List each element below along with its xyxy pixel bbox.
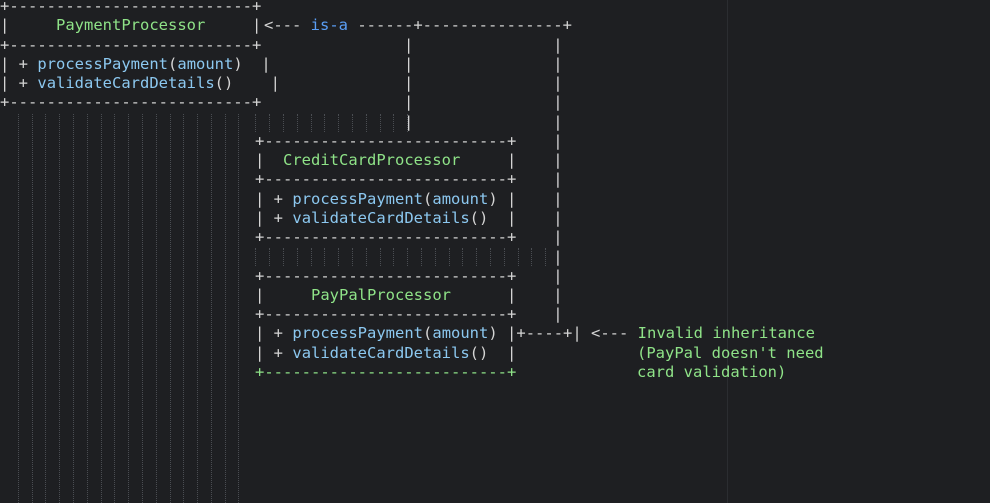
editor-divider (727, 0, 728, 503)
box-border-top: +--------------------------+ (0, 0, 262, 15)
diagram-canvas: +--------------------------+ | PaymentPr… (0, 0, 990, 503)
note-line: <--- Invalid inheritance (591, 324, 815, 342)
method-name: validateCardDetails (37, 74, 215, 92)
method-row: | + validateCardDetails() | (255, 209, 517, 227)
class-name: PaymentProcessor (56, 16, 206, 34)
box-border-bottom: +--------------------------+ (255, 363, 517, 381)
class-header-row: | PaymentProcessor | (0, 16, 262, 34)
method-arg: amount (432, 190, 489, 208)
method-row: | + processPayment(amount) | (255, 190, 517, 208)
note-line: (PayPal doesn't need (637, 344, 824, 362)
method-name: processPayment (292, 324, 424, 342)
method-name: validateCardDetails (292, 344, 470, 362)
method-arg: amount (177, 55, 234, 73)
class-header-row: | CreditCardProcessor | (255, 151, 517, 169)
relationship-label: is-a (310, 16, 348, 34)
method-row: | + validateCardDetails() | (0, 74, 281, 92)
method-name: processPayment (292, 190, 424, 208)
method-row: | + processPayment(amount) |+----+| (255, 324, 582, 342)
box-border-mid: +--------------------------+ (0, 36, 262, 54)
box-border-top: +--------------------------+ (255, 267, 517, 285)
class-header-row: | PayPalProcessor | (255, 286, 517, 304)
method-name: validateCardDetails (292, 209, 470, 227)
box-border-top: +--------------------------+ (255, 132, 517, 150)
method-name: processPayment (37, 55, 169, 73)
method-row: | + validateCardDetails() | (255, 344, 517, 362)
box-border-bottom: +--------------------------+ (255, 228, 517, 246)
class-name: PayPalProcessor (311, 286, 451, 304)
method-arg: amount (432, 324, 489, 342)
box-border-mid: +--------------------------+ (255, 170, 517, 188)
note-line: card validation) (637, 363, 787, 381)
is-a-arrow: <--- is-a ------+---------------+ (264, 16, 572, 34)
box-border-mid: +--------------------------+ (255, 305, 517, 323)
box-border-bottom: +--------------------------+ (0, 93, 262, 111)
class-name: CreditCardProcessor (283, 151, 461, 169)
method-row: | + processPayment(amount) | (0, 55, 271, 73)
